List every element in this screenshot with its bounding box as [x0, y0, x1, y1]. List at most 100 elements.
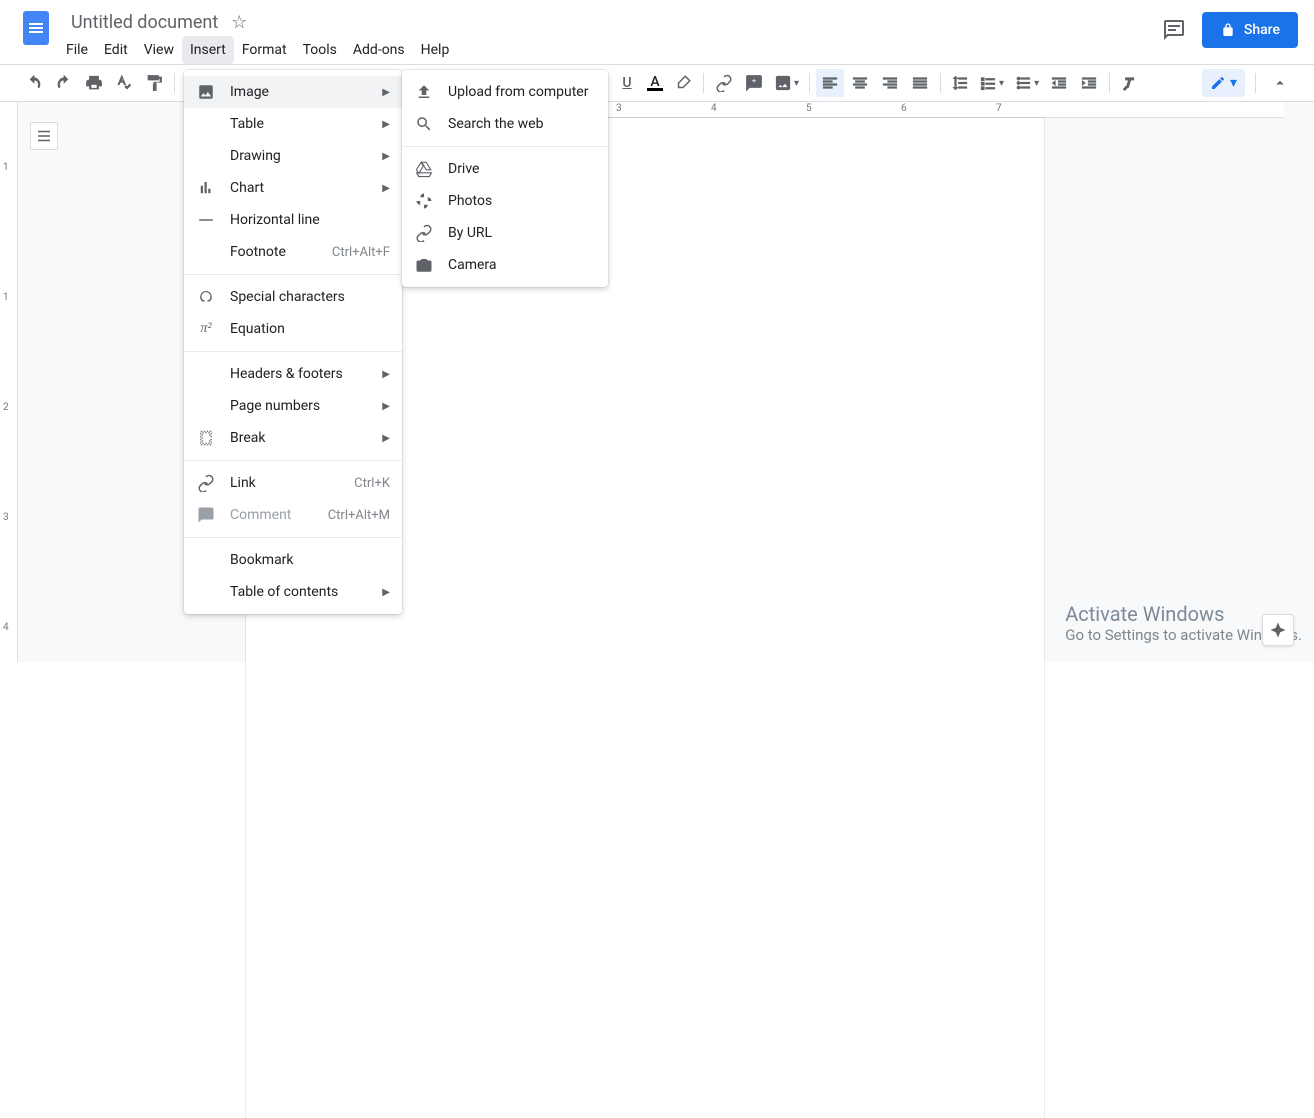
highlight-button[interactable]: [669, 69, 697, 97]
explore-icon: [1269, 621, 1287, 639]
image-icon: [774, 74, 792, 92]
toolbar-separator: [1109, 73, 1110, 93]
image-search-web-item[interactable]: Search the web: [402, 108, 608, 140]
spellcheck-icon: [115, 74, 133, 92]
image-upload-item[interactable]: Upload from computer: [402, 76, 608, 108]
menu-separator: [402, 146, 608, 147]
paint-roller-icon: [145, 74, 163, 92]
star-icon[interactable]: ☆: [231, 12, 247, 33]
ruler-mark: 4: [711, 103, 717, 114]
chevron-right-icon: ▶: [382, 183, 390, 194]
image-photos-item[interactable]: Photos: [402, 185, 608, 217]
insert-special-chars-item[interactable]: Special characters: [184, 281, 402, 313]
explore-button[interactable]: [1262, 614, 1294, 646]
insert-break-item[interactable]: Break ▶: [184, 422, 402, 454]
ruler-mark: 7: [996, 103, 1002, 114]
undo-button[interactable]: [20, 69, 48, 97]
outline-icon: [35, 127, 53, 145]
insert-chart-item[interactable]: Chart ▶: [184, 172, 402, 204]
redo-button[interactable]: [50, 69, 78, 97]
insert-headers-footers-item[interactable]: Headers & footers ▶: [184, 358, 402, 390]
insert-page-numbers-item[interactable]: Page numbers ▶: [184, 390, 402, 422]
insert-link-item[interactable]: Link Ctrl+K: [184, 467, 402, 499]
docs-logo[interactable]: [16, 8, 56, 48]
text-color-button[interactable]: A: [643, 69, 667, 97]
insert-equation-item[interactable]: π² Equation: [184, 313, 402, 345]
ruler-mark: 2: [3, 402, 9, 413]
menubar: File Edit View Insert Format Tools Add-o…: [58, 36, 1162, 64]
image-submenu-dropdown: Upload from computer Search the web Driv…: [402, 70, 608, 287]
toolbar-separator: [174, 73, 175, 93]
bulleted-list-icon: [1014, 74, 1032, 92]
document-outline-button[interactable]: [30, 122, 58, 150]
link-icon: [715, 74, 733, 92]
table-icon: [196, 114, 216, 134]
header-right: Share: [1162, 8, 1298, 48]
menu-item-label: Break: [230, 430, 368, 446]
align-left-button[interactable]: [816, 69, 844, 97]
spellcheck-button[interactable]: [110, 69, 138, 97]
insert-table-item[interactable]: Table ▶: [184, 108, 402, 140]
align-center-button[interactable]: [846, 69, 874, 97]
insert-bookmark-item[interactable]: Bookmark: [184, 544, 402, 576]
increase-indent-button[interactable]: [1075, 69, 1103, 97]
menu-edit[interactable]: Edit: [96, 36, 136, 64]
highlight-icon: [674, 74, 692, 92]
align-center-icon: [851, 74, 869, 92]
break-icon: [196, 428, 216, 448]
image-camera-item[interactable]: Camera: [402, 249, 608, 281]
menu-item-label: Headers & footers: [230, 366, 368, 382]
print-button[interactable]: [80, 69, 108, 97]
align-right-button[interactable]: [876, 69, 904, 97]
bulleted-list-button[interactable]: ▾: [1010, 69, 1043, 97]
insert-comment-button[interactable]: [740, 69, 768, 97]
decrease-indent-button[interactable]: [1045, 69, 1073, 97]
insert-image-button[interactable]: ▾: [770, 69, 803, 97]
insert-toc-item[interactable]: Table of contents ▶: [184, 576, 402, 608]
menu-separator: [184, 351, 402, 352]
line-spacing-button[interactable]: [947, 69, 973, 97]
checklist-button[interactable]: ▾: [975, 69, 1008, 97]
pencil-icon: [1210, 75, 1226, 91]
increase-indent-icon: [1080, 74, 1098, 92]
image-byurl-item[interactable]: By URL: [402, 217, 608, 249]
chevron-right-icon: ▶: [382, 369, 390, 380]
menu-item-label: Comment: [230, 507, 314, 523]
menu-file[interactable]: File: [58, 36, 96, 64]
ruler-mark: 1: [3, 162, 9, 173]
share-button[interactable]: Share: [1202, 12, 1298, 48]
menu-item-label: Photos: [448, 193, 596, 209]
underline-button[interactable]: U: [613, 69, 641, 97]
paint-format-button[interactable]: [140, 69, 168, 97]
toolbar-separator: [940, 73, 941, 93]
menu-item-label: Chart: [230, 180, 368, 196]
insert-drawing-item[interactable]: Drawing ▶: [184, 140, 402, 172]
equation-icon: π²: [196, 319, 216, 339]
insert-hline-item[interactable]: Horizontal line: [184, 204, 402, 236]
menu-item-label: Equation: [230, 321, 390, 337]
menu-insert[interactable]: Insert: [182, 36, 234, 64]
align-justify-button[interactable]: [906, 69, 934, 97]
clear-formatting-button[interactable]: [1116, 69, 1144, 97]
line-spacing-icon: [951, 74, 969, 92]
collapse-toolbar-button[interactable]: [1266, 69, 1294, 97]
menu-separator: [184, 274, 402, 275]
menu-view[interactable]: View: [136, 36, 182, 64]
underline-icon: U: [622, 75, 631, 91]
insert-footnote-item[interactable]: Footnote Ctrl+Alt+F: [184, 236, 402, 268]
link-icon: [196, 473, 216, 493]
share-label: Share: [1244, 22, 1280, 38]
open-comments-button[interactable]: [1162, 18, 1186, 42]
align-justify-icon: [911, 74, 929, 92]
menu-tools[interactable]: Tools: [295, 36, 345, 64]
menu-item-label: By URL: [448, 225, 596, 241]
insert-link-button[interactable]: [710, 69, 738, 97]
menu-help[interactable]: Help: [413, 36, 458, 64]
insert-image-item[interactable]: Image ▶: [184, 76, 402, 108]
editing-mode-button[interactable]: ▾: [1202, 69, 1245, 97]
document-title[interactable]: Untitled document: [64, 9, 225, 36]
ruler-mark: 5: [806, 103, 812, 114]
menu-format[interactable]: Format: [234, 36, 295, 64]
menu-addons[interactable]: Add-ons: [345, 36, 413, 64]
image-drive-item[interactable]: Drive: [402, 153, 608, 185]
